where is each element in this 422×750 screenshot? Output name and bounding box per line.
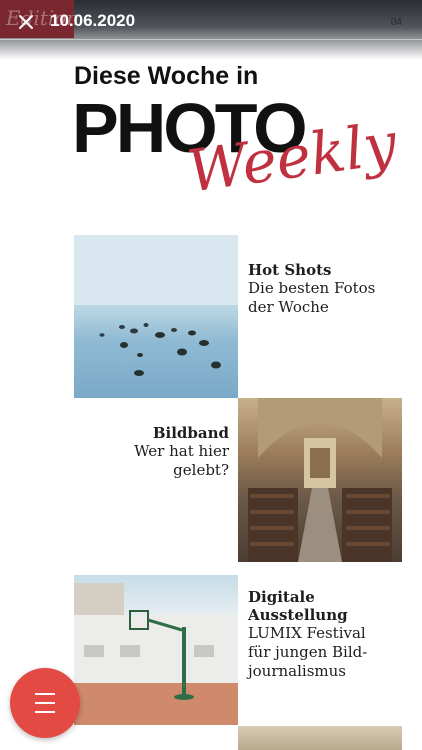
article-subtitle: der Woche (248, 298, 329, 316)
close-button[interactable] (14, 10, 38, 34)
header-divider (0, 39, 422, 40)
bildband-image[interactable] (238, 398, 402, 562)
digitale-ausstellung-image[interactable] (74, 575, 238, 725)
article-subtitle: Die besten Fotos (248, 279, 376, 297)
article-hot-shots[interactable]: Hot Shots Die besten Fotos der Woche (248, 261, 418, 317)
masthead-intro: Diese Woche in (74, 62, 259, 90)
next-article-image[interactable] (238, 726, 402, 750)
issue-date: 10.06.2020 (50, 11, 136, 30)
lake-photo (74, 235, 238, 376)
article-subtitle: Wer hat hier gelebt? (134, 442, 229, 479)
abandoned-hall-photo (248, 398, 392, 562)
article-bildband[interactable]: Bildband Wer hat hier gelebt? (80, 424, 229, 480)
article-subtitle: LUMIX Festival (248, 624, 366, 642)
article-digitale-ausstellung[interactable]: Digitale Ausstellung LUMIX Festival für … (248, 588, 418, 681)
basketball-court-photo (74, 583, 238, 725)
close-icon (19, 15, 33, 29)
article-title: Hot Shots (248, 261, 332, 279)
hot-shots-image[interactable] (74, 235, 238, 398)
article-subtitle: für jungen Bild- (248, 643, 368, 661)
page-number: 04 (390, 17, 402, 28)
article-subtitle: journalismus (248, 662, 346, 680)
article-title: Digitale Ausstellung (248, 588, 348, 624)
article-title: Bildband (152, 424, 229, 442)
menu-button[interactable] (10, 668, 80, 738)
